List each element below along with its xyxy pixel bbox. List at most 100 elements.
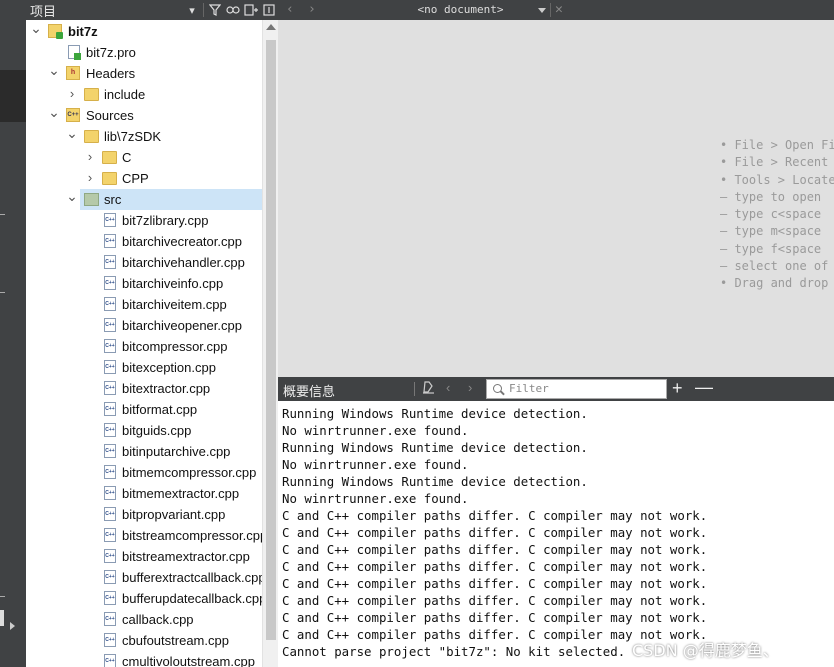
editor-area[interactable]: • File > Open Fi • File > Recent F • Tools… [278,20,834,377]
cpp-file-icon: C++ [104,339,116,353]
hint-line: – select one of [720,259,829,274]
tree-item[interactable]: C++ bitexception.cpp [26,357,262,378]
cpp-file-icon: C++ [104,402,116,416]
tree-item[interactable]: C++ bitmemcompressor.cpp [26,462,262,483]
tree-item[interactable]: C++ bitarchivehandler.cpp [26,252,262,273]
chevron-down-icon[interactable]: ⌄ [66,125,78,142]
chevron-down-icon[interactable]: ⌄ [66,188,78,205]
tree-item[interactable]: C++ bitcompressor.cpp [26,336,262,357]
project-tree[interactable]: ⌄ bit7z bit7z.pro ⌄ h Headers › include ⌄ C++ Sour… [26,20,262,667]
hint-line: – type f<space [720,241,822,256]
cpp-file-icon: C++ [104,213,116,227]
chevron-right-icon[interactable]: › [84,170,96,185]
tree-item[interactable]: C++ bitmemextractor.cpp [26,483,262,504]
chevron-right-icon[interactable]: › [84,149,96,164]
hint-line: • File > Open Fi [720,138,834,152]
chevron-down-icon[interactable]: ⌄ [30,20,42,37]
tree-item[interactable]: C++ bitextractor.cpp [26,378,262,399]
tree-item-label: bufferextractcallback.cpp [122,570,262,585]
chevron-right-icon[interactable]: › [66,86,78,101]
panel-dropdown-icon[interactable]: ▾ [183,0,201,20]
cpp-file-icon: C++ [104,297,116,311]
tree-item[interactable]: C++ bit7zlibrary.cpp [26,210,262,231]
next-item-icon[interactable]: › [468,380,472,395]
tree-scrollbar[interactable] [262,20,278,667]
output-line: C and C++ compiler paths differ. C compi… [282,508,708,523]
tree-item[interactable]: C++ bitformat.cpp [26,399,262,420]
tree-item[interactable]: bit7z.pro [26,42,262,63]
prev-item-icon[interactable]: ‹ [446,380,450,395]
tree-item[interactable]: C++ bitarchiveopener.cpp [26,315,262,336]
clear-output-icon[interactable] [422,380,435,397]
output-log[interactable]: Running Windows Runtime device detection… [278,401,834,667]
output-filter-input[interactable]: Filter [486,379,667,399]
run-arrow-icon[interactable] [10,622,15,630]
link-editor-icon[interactable] [224,0,242,20]
tree-item[interactable]: › C [26,147,262,168]
kit-selector-button[interactable] [0,610,4,626]
tree-item[interactable]: C++ bufferupdatecallback.cpp [26,588,262,609]
project-icon [48,24,63,39]
back-icon[interactable]: ‹ [286,2,294,17]
tree-item[interactable]: C++ bitstreamcompressor.cpp [26,525,262,546]
folder-icon [84,193,99,206]
filter-tree-icon[interactable] [206,0,224,20]
tree-item-label: bitarchiveinfo.cpp [122,276,224,291]
close-document-icon[interactable]: ✕ [555,2,563,17]
tree-item[interactable]: ⌄ h Headers [26,62,262,84]
cpp-file-icon: C++ [104,486,116,500]
zoom-in-button[interactable]: + [672,378,683,399]
output-line: Running Windows Runtime device detection… [282,474,588,489]
tree-item-label: lib\7zSDK [104,129,162,144]
tree-item-label: bitmemextractor.cpp [122,486,240,501]
tree-item[interactable]: C++ bitstreamextractor.cpp [26,546,262,567]
hint-line: • Drag and drop t [720,276,834,291]
zoom-out-button[interactable]: — [695,377,713,398]
folder-icon [102,172,117,185]
output-line: Running Windows Runtime device detection… [282,406,588,421]
forward-icon[interactable]: › [308,2,316,17]
output-line: C and C++ compiler paths differ. C compi… [282,525,708,540]
split-panel-icon[interactable] [242,0,260,20]
project-panel-title: 项目 [30,3,57,19]
tree-item[interactable]: C++ bitarchiveinfo.cpp [26,273,262,294]
tree-item[interactable]: C++ cmultivoloutstream.cpp [26,651,262,667]
tree-item[interactable]: C++ bitarchivecreator.cpp [26,231,262,252]
tree-item-label: bitmemcompressor.cpp [122,465,257,480]
output-line: No winrtrunner.exe found. [282,457,469,472]
tree-item[interactable]: ⌄ C++ Sources [26,104,262,126]
tree-item[interactable]: ⌄ lib\7zSDK [26,125,262,147]
cpp-file-icon: C++ [104,318,116,332]
tree-item[interactable]: C++ bitguids.cpp [26,420,262,441]
chevron-down-icon[interactable] [538,8,546,13]
tree-item[interactable]: C++ cbufoutstream.cpp [26,630,262,651]
tree-item-label: bit7z.pro [86,45,136,60]
active-mode-indicator[interactable] [0,70,26,122]
tree-item[interactable]: C++ bitpropvariant.cpp [26,504,262,525]
output-line: No winrtrunner.exe found. [282,423,469,438]
hint-line: – type to open [720,189,822,204]
folder-icon [84,88,99,101]
tree-item[interactable]: ⌄ src [66,188,262,210]
scroll-up-icon[interactable] [266,24,276,30]
tree-item-label: bufferupdatecallback.cpp [122,591,262,606]
tree-item[interactable]: ⌄ bit7z [26,20,262,42]
tree-item[interactable]: C++ callback.cpp [26,609,262,630]
tree-item[interactable]: › CPP [26,168,262,189]
chevron-down-icon[interactable]: ⌄ [48,104,60,121]
tree-item[interactable]: C++ bitinputarchive.cpp [26,441,262,462]
tree-item-label: bitinputarchive.cpp [122,444,231,459]
watermark: CSDN @得鹿梦鱼、 [632,641,779,660]
chevron-down-icon[interactable]: ⌄ [48,62,60,79]
cpp-file-icon: C++ [104,549,116,563]
tree-item[interactable]: C++ bufferextractcallback.cpp [26,567,262,588]
scroll-thumb[interactable] [266,40,276,640]
tree-item[interactable]: C++ bitarchiveitem.cpp [26,294,262,315]
tree-item-label: cbufoutstream.cpp [122,633,229,648]
tree-item[interactable]: › include [26,84,262,105]
mode-sidebar [0,0,26,667]
document-selector[interactable]: <no document> [373,3,548,16]
cpp-file-icon: C++ [104,444,116,458]
close-panel-icon[interactable] [260,0,278,20]
search-icon [493,384,502,393]
